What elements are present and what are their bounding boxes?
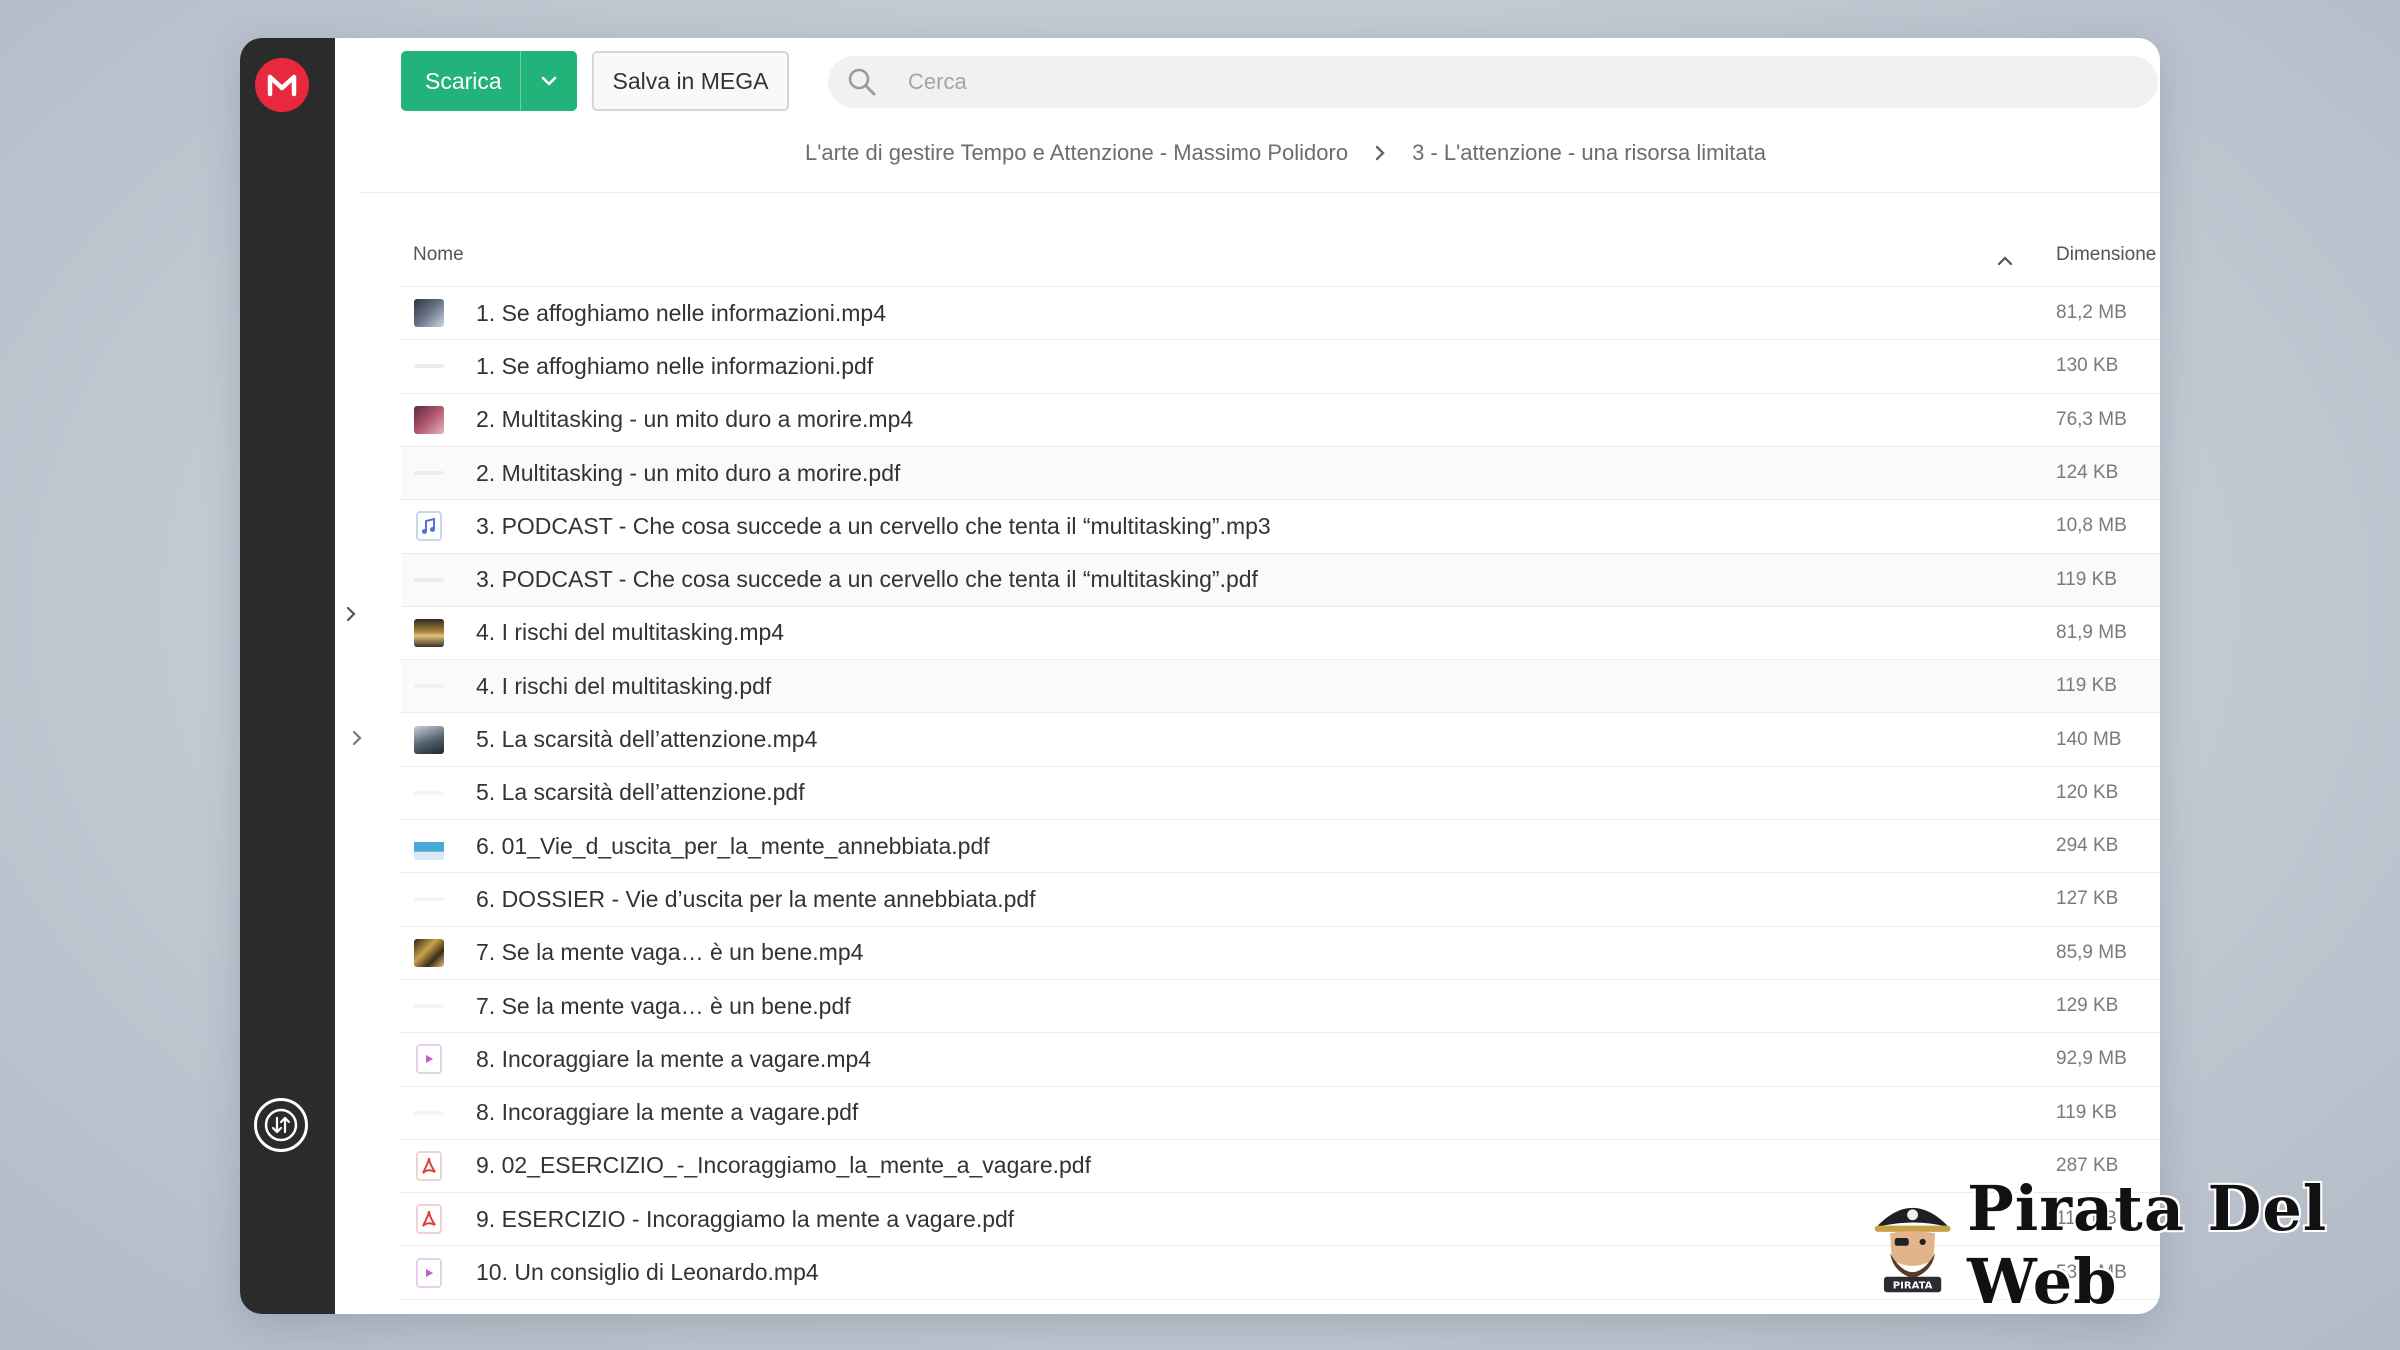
pdf-thumbnail-icon (413, 883, 445, 915)
table-row[interactable]: 3. PODCAST - Che cosa succede a un cerve… (401, 499, 2160, 552)
video-thumbnail-icon (413, 937, 445, 969)
watermark-badge: PIRATA Pirata Del Web (1870, 1172, 2380, 1318)
download-button-label: Scarica (425, 67, 502, 94)
file-size: 85,9 MB (2056, 941, 2127, 963)
file-size: 92,9 MB (2056, 1048, 2127, 1070)
table-row[interactable]: 4. I rischi del multitasking.mp481,9 MBV… (401, 605, 2160, 659)
file-size: 119 KB (2056, 1101, 2117, 1123)
pdf-thumbnail-icon (413, 457, 445, 489)
file-name[interactable]: 5. La scarsità dell’attenzione.mp4 (476, 726, 817, 753)
watermark-badge-label: PIRATA (1893, 1280, 1933, 1291)
table-row[interactable]: 7. Se la mente vaga… è un bene.pdf 129 KB… (401, 978, 2160, 1032)
table-row[interactable]: 5. La scarsità dell’attenzione.mp4 140 MB… (401, 712, 2160, 765)
expand-sidebar-chevron-icon[interactable] (342, 600, 360, 628)
divider (361, 192, 2160, 193)
transfers-icon[interactable] (254, 1098, 308, 1152)
download-options-chevron-icon[interactable] (521, 75, 577, 87)
file-name[interactable]: 1. Se affoghiamo nelle informazioni.pdf (476, 353, 873, 380)
pdf-thumbnail-icon (413, 777, 445, 809)
sort-ascending-icon[interactable] (1997, 250, 2013, 272)
table-row[interactable]: 3. PODCAST - Che cosa succede a un cerve… (401, 552, 2160, 606)
pdf-thumbnail-icon (413, 1310, 445, 1314)
breadcrumb-parent-link[interactable]: L'arte di gestire Tempo e Attenzione - M… (805, 140, 1348, 166)
video-thumbnail-icon (413, 404, 445, 436)
file-name[interactable]: 3. PODCAST - Che cosa succede a un cerve… (476, 513, 1271, 540)
file-size: 76,3 MB (2056, 408, 2127, 430)
file-name[interactable]: 10. Un consiglio di Leonardo.pdf (476, 1312, 806, 1314)
table-header: Nome Dimensione Tipo (361, 194, 2160, 286)
file-size: 140 MB (2056, 728, 2122, 750)
file-size: 130 KB (2056, 355, 2119, 377)
pdf-file-icon (413, 1203, 445, 1235)
video-thumbnail-icon (413, 617, 445, 649)
file-size: 124 KB (2056, 462, 2119, 484)
pirate-mascot-icon: PIRATA (1874, 1207, 1951, 1293)
file-name[interactable]: 8. Incoraggiare la mente a vagare.pdf (476, 1099, 858, 1126)
file-name[interactable]: 5. La scarsità dell’attenzione.pdf (476, 779, 805, 806)
table-row[interactable]: 4. I rischi del multitasking.pdf119 KBDo… (401, 659, 2160, 713)
table-row[interactable]: 1. Se affoghiamo nelle informazioni.mp4 8… (401, 286, 2160, 339)
app-window: Scarica Salva in MEGA L'arte di gestire … (240, 38, 2160, 1314)
video-thumbnail-icon (413, 724, 445, 756)
file-name[interactable]: 10. Un consiglio di Leonardo.mp4 (476, 1259, 819, 1286)
pdf-thumbnail-icon (413, 670, 445, 702)
download-button[interactable]: Scarica (401, 51, 577, 111)
breadcrumb: L'arte di gestire Tempo e Attenzione - M… (805, 136, 1766, 170)
file-name[interactable]: 6. DOSSIER - Vie d’uscita per la mente a… (476, 886, 1036, 913)
file-name[interactable]: 8. Incoraggiare la mente a vagare.mp4 (476, 1046, 871, 1073)
pdf-thumbnail-icon (413, 830, 445, 862)
pdf-file-icon (413, 1150, 445, 1182)
table-row[interactable]: 6. DOSSIER - Vie d’uscita per la mente a… (401, 872, 2160, 925)
search-bar[interactable] (828, 56, 2158, 108)
file-size: 119 KB (2056, 675, 2117, 697)
file-size: 294 KB (2056, 835, 2119, 857)
table-row[interactable]: 1. Se affoghiamo nelle informazioni.pdf 1… (401, 339, 2160, 392)
pdf-thumbnail-icon (413, 990, 445, 1022)
file-name[interactable]: 7. Se la mente vaga… è un bene.mp4 (476, 939, 863, 966)
table-row[interactable]: 8. Incoraggiare la mente a vagare.mp4 92,… (401, 1032, 2160, 1085)
video-file-icon (413, 1043, 445, 1075)
column-header-name[interactable]: Nome (413, 244, 464, 266)
breadcrumb-current[interactable]: 3 - L'attenzione - una risorsa limitata (1412, 140, 1766, 166)
table-row[interactable]: 7. Se la mente vaga… è un bene.mp4 85,9 M… (401, 925, 2160, 979)
watermark-text: Pirata Del Web (1967, 1172, 2328, 1318)
file-name[interactable]: 6. 01_Vie_d_uscita_per_la_mente_annebbia… (476, 833, 990, 860)
file-size: 127 KB (2056, 888, 2119, 910)
pdf-thumbnail-icon (413, 564, 445, 596)
save-to-mega-button[interactable]: Salva in MEGA (592, 51, 789, 111)
file-size: 81,9 MB (2056, 621, 2127, 643)
file-name[interactable]: 1. Se affoghiamo nelle informazioni.mp4 (476, 300, 886, 327)
video-thumbnail-icon (413, 297, 445, 329)
table-row[interactable]: 5. La scarsità dell’attenzione.pdf 120 KB… (401, 765, 2160, 819)
file-size: 81,2 MB (2056, 302, 2127, 324)
pdf-thumbnail-icon (413, 1097, 445, 1129)
file-size: 119 KB (2056, 568, 2117, 590)
file-size: 120 KB (2056, 781, 2119, 803)
table-row[interactable]: 8. Incoraggiare la mente a vagare.pdf 119… (401, 1085, 2160, 1139)
column-header-size[interactable]: Dimensione (2056, 244, 2156, 266)
pdf-thumbnail-icon (413, 350, 445, 382)
table-row[interactable]: 6. 01_Vie_d_uscita_per_la_mente_annebbia… (401, 819, 2160, 872)
main-panel: Scarica Salva in MEGA L'arte di gestire … (361, 38, 2160, 1314)
search-icon (848, 68, 876, 96)
left-rail (240, 38, 335, 1314)
breadcrumb-separator-icon (1374, 145, 1386, 161)
file-size: 129 KB (2056, 995, 2119, 1017)
file-name[interactable]: 9. 02_ESERCIZIO_-_Incoraggiamo_la_mente_… (476, 1152, 1091, 1179)
mega-logo-icon[interactable] (255, 58, 309, 112)
file-name[interactable]: 3. PODCAST - Che cosa succede a un cerve… (476, 566, 1258, 593)
file-name[interactable]: 4. I rischi del multitasking.pdf (476, 673, 771, 700)
file-name[interactable]: 2. Multitasking - un mito duro a morire.… (476, 460, 900, 487)
table-row[interactable]: 2. Multitasking - un mito duro a morire.… (401, 392, 2160, 446)
file-name[interactable]: 2. Multitasking - un mito duro a morire.… (476, 406, 913, 433)
file-name[interactable]: 7. Se la mente vaga… è un bene.pdf (476, 993, 851, 1020)
file-size: 10,8 MB (2056, 515, 2127, 537)
video-file-icon (413, 1257, 445, 1289)
table-row[interactable]: 2. Multitasking - un mito duro a morire.… (401, 445, 2160, 500)
file-name[interactable]: 4. I rischi del multitasking.mp4 (476, 619, 784, 646)
search-input[interactable] (908, 69, 1508, 95)
audio-file-icon (413, 510, 445, 542)
file-name[interactable]: 9. ESERCIZIO - Incoraggiamo la mente a v… (476, 1206, 1014, 1233)
